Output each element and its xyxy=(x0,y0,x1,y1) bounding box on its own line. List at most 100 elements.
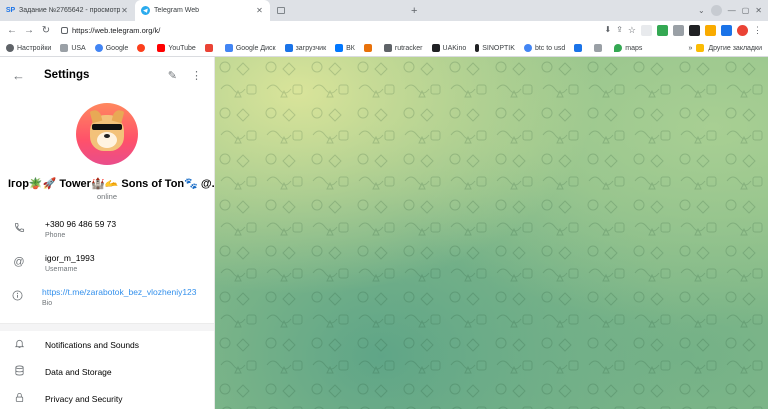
tab-title: Задание №2765642 - просмотр з xyxy=(19,7,120,14)
gmail-icon xyxy=(204,44,213,52)
downloader-icon xyxy=(284,44,293,52)
bookmark-favicon-icon xyxy=(574,44,583,52)
extension-icon[interactable] xyxy=(721,25,732,36)
other-bookmarks[interactable]: Другие закладки xyxy=(708,45,762,52)
maximize-icon[interactable]: ▢ xyxy=(742,6,750,15)
back-arrow-icon[interactable]: ← xyxy=(12,68,28,83)
yandex-icon xyxy=(137,44,146,52)
bookmark-item[interactable] xyxy=(594,44,605,52)
url-text: https://web.telegram.org/k/ xyxy=(72,26,161,35)
extension-icon[interactable] xyxy=(673,25,684,36)
bookmark-label: btc to usd xyxy=(534,44,566,52)
bookmark-label: Google xyxy=(105,44,129,52)
info-row-bio[interactable]: https://t.me/zarabotok_bez_vlozheniy123 … xyxy=(0,283,214,317)
bookmark-item[interactable] xyxy=(574,44,585,52)
browser-tab[interactable]: SP Задание №2765642 - просмотр з ✕ xyxy=(0,0,135,21)
database-icon xyxy=(12,365,26,379)
bookmarks-bar: Настройки USA Google YouTube Google Диск… xyxy=(0,40,768,57)
extension-puzzle-icon[interactable] xyxy=(641,25,652,36)
settings-header: ← Settings ✎ ⋮ xyxy=(0,57,214,93)
phone-label: Phone xyxy=(45,232,66,239)
thermometer-icon xyxy=(475,44,480,52)
forward-icon[interactable]: → xyxy=(23,25,35,36)
pencil-icon[interactable]: ✎ xyxy=(168,69,177,82)
bookmark-item[interactable]: ВК xyxy=(335,44,355,52)
bio-label: Bio xyxy=(42,300,53,307)
folder-icon xyxy=(60,44,69,52)
download-icon[interactable]: ⬇ xyxy=(605,25,612,36)
bookmark-label: Google Диск xyxy=(235,44,276,52)
info-row-username[interactable]: @ igor_m_1993 Username xyxy=(0,249,214,283)
map-pin-icon xyxy=(614,44,623,52)
profile-name: Ігор🪴🚀 Tower🏰🫴 Sons of Ton🐾 @... xyxy=(8,178,214,190)
chevron-right-icon[interactable]: » xyxy=(688,45,692,52)
new-tab-icon[interactable]: + xyxy=(411,5,417,17)
bookmark-item[interactable] xyxy=(363,44,375,52)
bookmark-item[interactable] xyxy=(137,44,148,52)
page-title: Settings xyxy=(44,69,90,81)
chevron-down-icon[interactable]: ⌄ xyxy=(698,6,705,15)
settings-sidebar: ← Settings ✎ ⋮ Ігор🪴🚀 Tower🏰🫴 Sons of To… xyxy=(0,57,215,409)
star-icon[interactable]: ☆ xyxy=(628,25,636,36)
extension-icon[interactable] xyxy=(689,25,700,36)
bio-link[interactable]: https://t.me/zarabotok_bez_vlozheniy123 xyxy=(42,287,202,298)
bookmark-item[interactable]: загрузчик xyxy=(284,44,326,52)
extension-icon[interactable] xyxy=(705,25,716,36)
youtube-icon xyxy=(157,44,166,52)
sp-favicon-icon: SP xyxy=(5,7,16,14)
browser-toolbar: ← → ↻ https://web.telegram.org/k/ ⬇ ⇪ ☆ … xyxy=(0,21,768,40)
menu-dots-icon[interactable]: ⋮ xyxy=(753,25,762,36)
bookmark-item[interactable] xyxy=(204,44,216,52)
menu-item-privacy[interactable]: Privacy and Security xyxy=(0,385,214,409)
close-window-icon[interactable]: ✕ xyxy=(755,6,762,15)
bookmark-label: Настройки xyxy=(17,44,52,52)
back-icon[interactable]: ← xyxy=(6,25,18,36)
bookmark-item[interactable]: Настройки xyxy=(6,44,51,52)
bookmark-item[interactable]: USA xyxy=(60,44,86,52)
extension-icon[interactable] xyxy=(657,25,668,36)
address-bar[interactable]: https://web.telegram.org/k/ xyxy=(57,23,600,38)
bookmark-item[interactable]: rutracker xyxy=(383,44,423,52)
share-icon[interactable]: ⇪ xyxy=(616,25,623,36)
bookmark-label: YouTube xyxy=(168,44,196,52)
divider xyxy=(0,323,214,331)
lock-icon xyxy=(12,392,26,406)
info-row-phone[interactable]: +380 96 486 59 73 Phone xyxy=(0,215,214,249)
bookmark-item[interactable]: btc to usd xyxy=(523,44,566,52)
lock-icon[interactable] xyxy=(61,27,68,34)
bookmark-item[interactable]: YouTube xyxy=(157,44,196,52)
chat-background xyxy=(215,57,768,409)
phone-icon xyxy=(12,219,26,245)
profile-icon[interactable] xyxy=(737,25,748,36)
bookmark-item[interactable]: Google Диск xyxy=(224,44,276,52)
bookmark-item[interactable]: maps xyxy=(614,44,642,52)
phone-value: +380 96 486 59 73 xyxy=(45,219,117,229)
close-icon[interactable]: ✕ xyxy=(120,6,129,15)
minimize-icon[interactable]: — xyxy=(728,6,736,15)
bookmark-item[interactable]: SINOPTIK xyxy=(475,44,515,52)
avatar[interactable] xyxy=(710,5,722,16)
bookmark-favicon-icon xyxy=(594,44,603,52)
bookmark-label: USA xyxy=(71,44,86,52)
profile-avatar[interactable] xyxy=(76,103,138,165)
menu-item-notifications[interactable]: Notifications and Sounds xyxy=(0,331,214,358)
uakino-icon xyxy=(431,44,440,52)
bookmark-label: maps xyxy=(625,44,643,52)
menu-item-data-storage[interactable]: Data and Storage xyxy=(0,358,214,385)
browser-tab-active[interactable]: Telegram Web ✕ xyxy=(135,0,270,21)
google-drive-icon xyxy=(224,44,233,52)
menu-label: Privacy and Security xyxy=(45,393,123,404)
reload-icon[interactable]: ↻ xyxy=(40,25,52,36)
bookmark-favicon-icon xyxy=(363,44,372,52)
more-vertical-icon[interactable]: ⋮ xyxy=(191,69,202,82)
menu-label: Notifications and Sounds xyxy=(45,339,140,350)
browser-tab-bar: SP Задание №2765642 - просмотр з ✕ Teleg… xyxy=(0,0,768,21)
doodle-pattern xyxy=(215,57,768,409)
bookmark-item[interactable]: UAKino xyxy=(431,44,466,52)
bookmark-item[interactable]: Google xyxy=(94,44,129,52)
close-icon[interactable]: ✕ xyxy=(255,6,264,15)
doge-icon xyxy=(89,108,125,151)
bell-icon xyxy=(12,338,26,352)
tab-title: Telegram Web xyxy=(154,7,200,14)
browser-tab[interactable] xyxy=(270,0,405,21)
